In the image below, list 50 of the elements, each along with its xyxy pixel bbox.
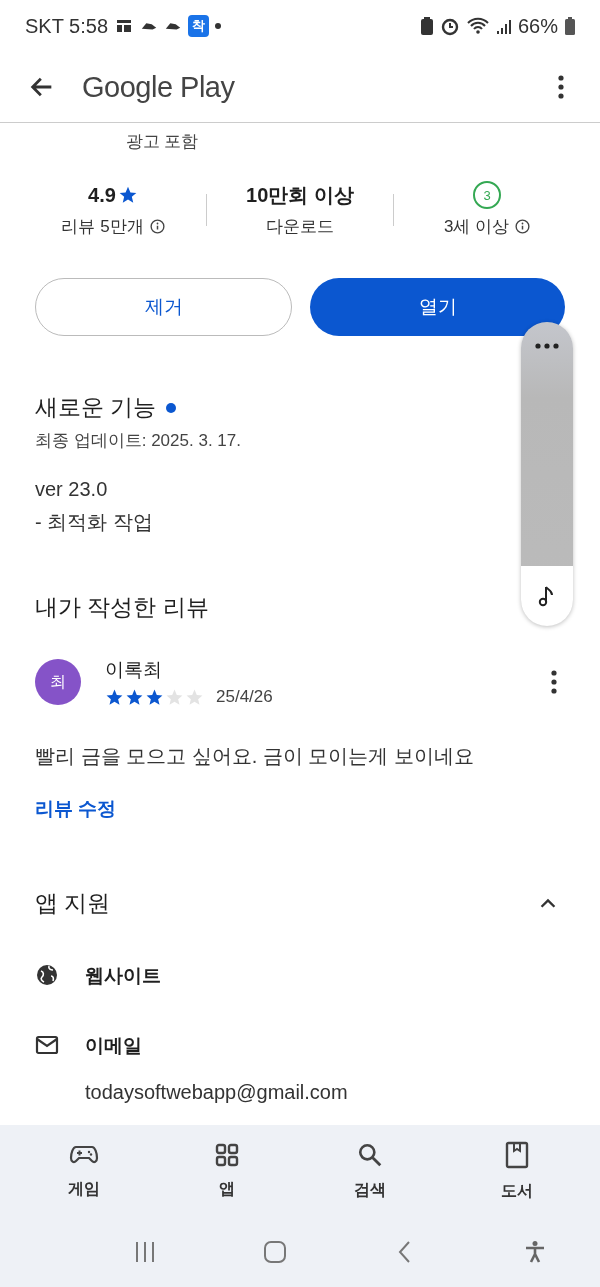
download-count: 10만회 이상 [246, 182, 354, 208]
section-title: 내가 작성한 리뷰 [35, 593, 209, 622]
nav-tab[interactable]: 앱 [202, 1138, 251, 1204]
release-note: - 최적화 작업 [35, 510, 154, 535]
globe-icon [35, 963, 59, 987]
more-options-icon[interactable] [558, 75, 564, 99]
info-icon[interactable] [515, 219, 531, 234]
home-icon[interactable] [263, 1240, 287, 1264]
uninstall-button[interactable]: 제거 [35, 278, 292, 336]
nav-tab[interactable]: 검색 [341, 1137, 398, 1205]
rating-value: 4.9 [88, 183, 116, 207]
review-author: 이록최 [105, 658, 163, 682]
more-options-icon[interactable] [551, 670, 557, 694]
edit-review-link[interactable]: 리뷰 수정 [35, 796, 117, 822]
nav-tab[interactable]: 게임 [55, 1138, 112, 1204]
review-date: 25/4/26 [216, 687, 273, 707]
age-rating-badge: 3 [473, 181, 501, 209]
review-text: 빨리 금을 모으고 싶어요. 금이 모이는게 보이네요 [35, 744, 475, 769]
notification-badge: 착 [188, 15, 210, 37]
avatar: 최 [35, 659, 81, 705]
more-options-icon[interactable] [535, 343, 559, 349]
support-item-label[interactable]: 이메일 [85, 1033, 348, 1059]
email-address[interactable]: todaysoftwebapp@gmail.com [85, 1081, 348, 1104]
accessibility-icon[interactable] [523, 1240, 547, 1264]
wifi-icon [465, 16, 490, 36]
section-title: 새로운 기능 [35, 393, 157, 422]
open-button[interactable]: 열기 [310, 278, 565, 336]
stat-label: 리뷰 5만개 [61, 216, 144, 238]
stat-label: 3세 이상 [443, 216, 510, 238]
release-note: ver 23.0 [35, 478, 109, 501]
search-icon [356, 1141, 383, 1168]
info-icon[interactable] [149, 219, 165, 234]
ads-note: 광고 포함 [124, 131, 200, 153]
dot-icon [215, 23, 222, 29]
app-bar-title: Google Play [82, 70, 235, 104]
battery-percent: 66% [517, 14, 558, 38]
support-item-label[interactable]: 웹사이트 [85, 963, 161, 989]
stat-label: 다운로드 [266, 216, 334, 238]
star-icon [117, 185, 138, 205]
nav-tab[interactable]: 도서 [488, 1136, 545, 1206]
mail-icon [35, 1033, 59, 1057]
battery-saver-icon [419, 16, 434, 36]
grid-icon [214, 1142, 239, 1167]
status-carrier-time: SKT 5:58 [25, 14, 109, 38]
update-date: 최종 업데이트: 2025. 3. 17. [35, 430, 242, 452]
section-title: 앱 지원 [35, 889, 111, 918]
alarm-icon [439, 16, 460, 36]
recent-apps-icon[interactable] [133, 1240, 157, 1264]
battery-icon [564, 16, 576, 36]
book-icon [504, 1140, 529, 1169]
